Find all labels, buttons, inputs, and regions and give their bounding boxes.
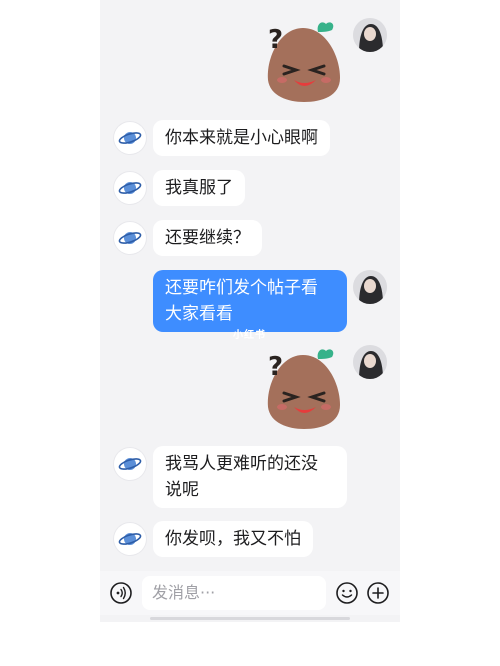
planet-icon (118, 182, 142, 194)
contact-avatar[interactable] (114, 222, 146, 254)
message-bubble[interactable]: 你发呗，我又不怕 (153, 521, 313, 557)
emoji-icon[interactable] (335, 581, 359, 605)
message-bubble[interactable]: 我骂人更难听的还没 说呢 (153, 446, 347, 508)
profile-photo (353, 18, 387, 52)
voice-icon[interactable] (109, 581, 133, 605)
angry-mole-sticker[interactable]: ? (260, 18, 346, 102)
message-input[interactable]: 发消息··· (142, 576, 326, 610)
planet-icon (118, 458, 142, 470)
planet-icon (118, 132, 142, 144)
message-line: 我骂人更难听的还没 (165, 454, 318, 474)
message-line: 说呢 (165, 480, 199, 500)
profile-photo (353, 270, 387, 304)
input-bar: 发消息··· (100, 571, 400, 615)
message-line: 大家看看 (165, 304, 233, 324)
contact-avatar[interactable] (114, 122, 146, 154)
contact-avatar[interactable] (114, 172, 146, 204)
planet-icon (118, 533, 142, 545)
contact-avatar[interactable] (114, 523, 146, 555)
watermark: 小红书 (233, 330, 266, 341)
chat-screen: ? 你本来就是小心眼啊 我真服了 还要继续？ 还要咋们发个帖子看 大家看看 小红… (100, 0, 400, 666)
contact-avatar[interactable] (114, 448, 146, 480)
profile-photo (353, 345, 387, 379)
angry-mole-sticker[interactable]: ? (260, 345, 346, 429)
message-bubble[interactable]: 我真服了 (153, 170, 245, 206)
message-bubble[interactable]: 还要继续？ (153, 220, 262, 256)
svg-text:?: ? (268, 25, 283, 55)
svg-text:?: ? (268, 352, 283, 382)
home-indicator (150, 617, 350, 620)
plus-icon[interactable] (366, 581, 390, 605)
my-message-bubble[interactable]: 还要咋们发个帖子看 大家看看 (153, 270, 347, 332)
message-line: 还要咋们发个帖子看 (165, 278, 318, 298)
planet-icon (118, 232, 142, 244)
my-avatar[interactable] (353, 270, 387, 304)
my-avatar[interactable] (353, 18, 387, 52)
my-avatar[interactable] (353, 345, 387, 379)
message-bubble[interactable]: 你本来就是小心眼啊 (153, 120, 330, 156)
bottom-safe-area (100, 622, 400, 666)
